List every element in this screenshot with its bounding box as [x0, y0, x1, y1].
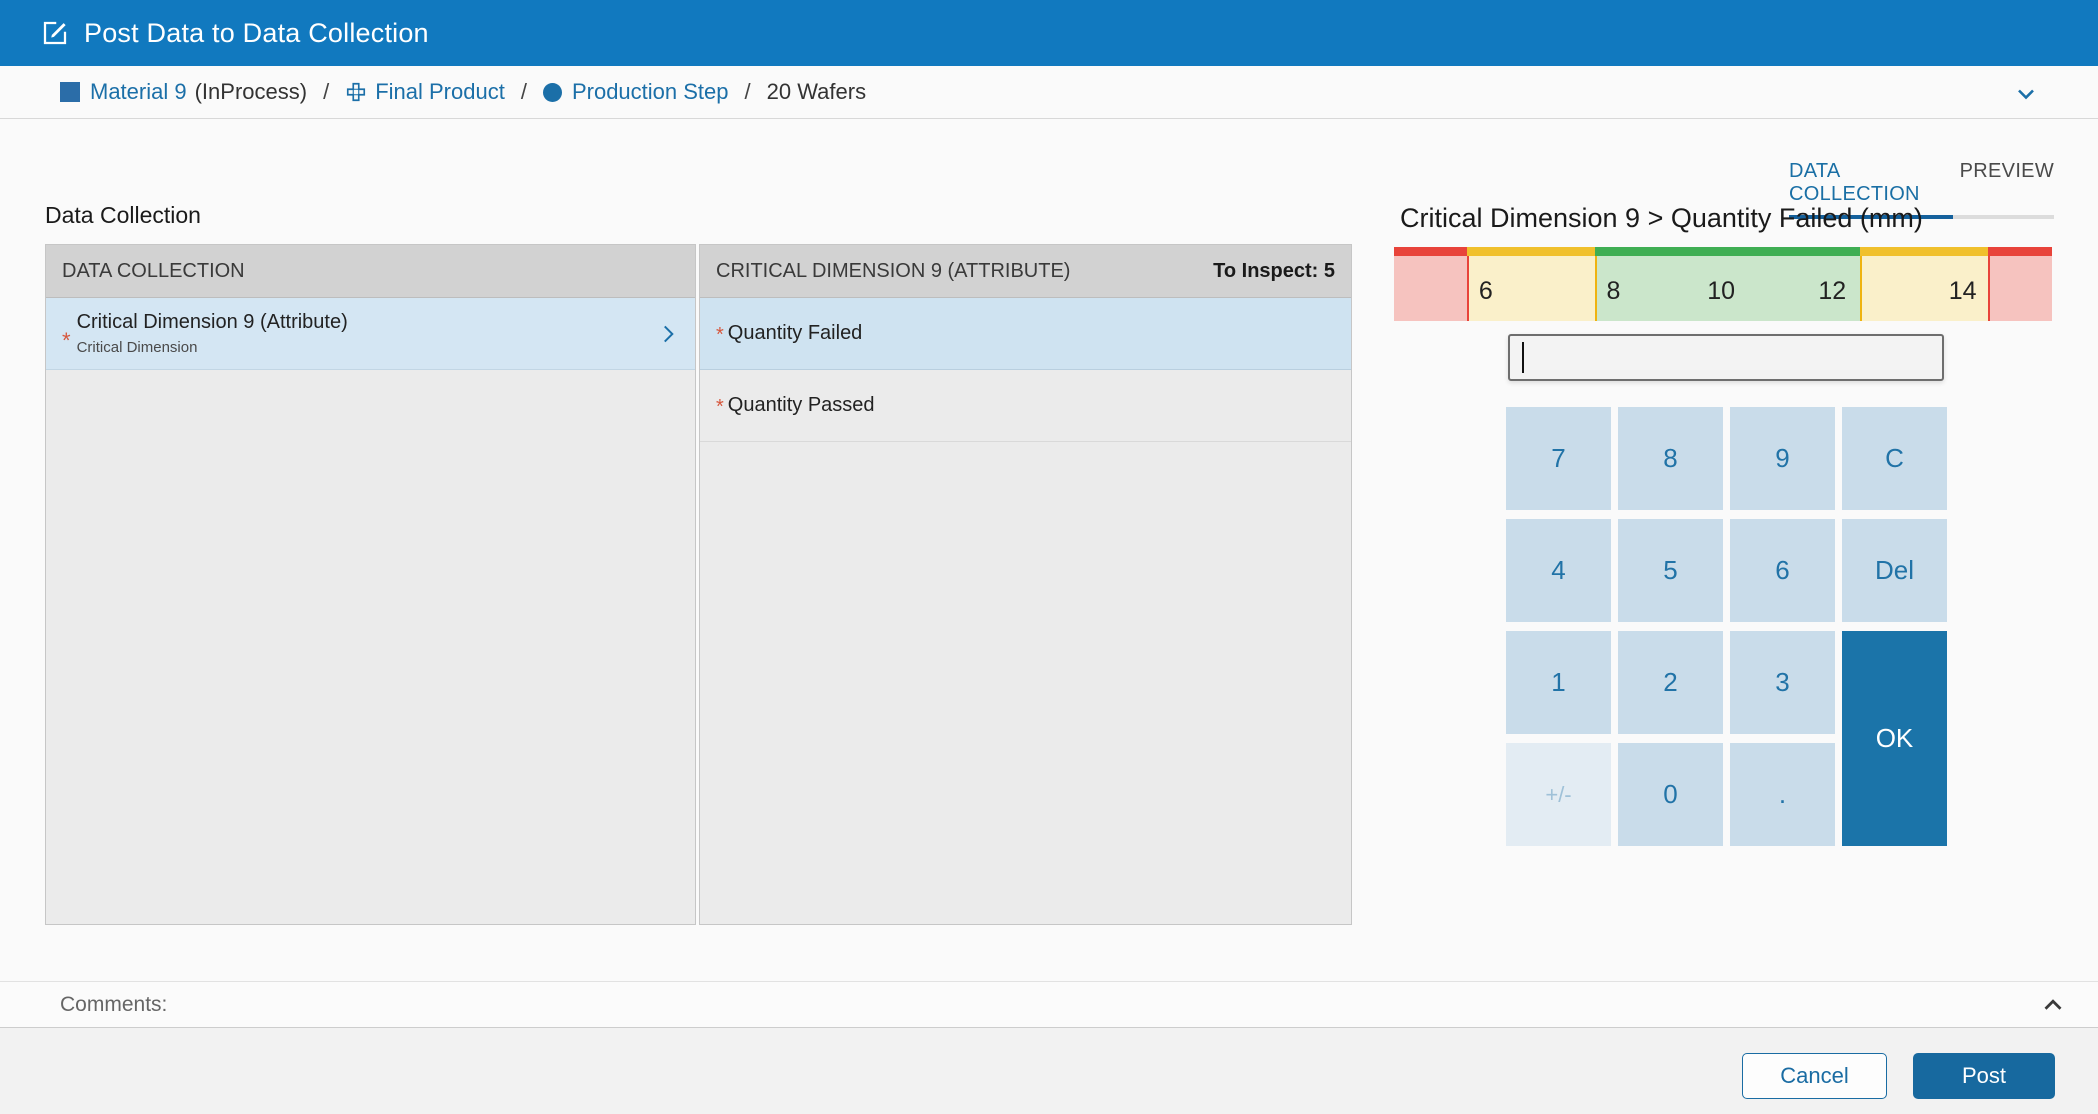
field-label: Quantity Failed	[728, 322, 863, 345]
scale-segment-reject-high	[1988, 247, 2052, 321]
tab-preview[interactable]: PREVIEW	[1960, 160, 2054, 206]
data-collection-table: DATA COLLECTION * Critical Dimension 9 (…	[45, 244, 1352, 925]
breadcrumb-separator: /	[323, 79, 329, 105]
fields-column-header: CRITICAL DIMENSION 9 (ATTRIBUTE) To Insp…	[700, 245, 1351, 298]
dialog-footer: Cancel Post	[0, 1028, 2098, 1114]
cancel-button[interactable]: Cancel	[1742, 1053, 1887, 1099]
scale-limit-line	[1467, 256, 1469, 321]
data-collection-pane: DATA COLLECTION * Critical Dimension 9 (…	[45, 244, 696, 925]
comments-label: Comments:	[60, 993, 167, 1017]
breadcrumb-production-step[interactable]: Production Step	[572, 79, 729, 105]
material-square-icon	[60, 82, 80, 102]
keypad-8-button[interactable]: 8	[1618, 407, 1723, 510]
breadcrumb-separator: /	[521, 79, 527, 105]
scale-limit-line	[1595, 256, 1597, 321]
breadcrumb-material[interactable]: Material 9	[90, 79, 187, 105]
breadcrumb: Material 9 (InProcess) / Final Product /…	[0, 66, 2098, 119]
dialog-titlebar: Post Data to Data Collection	[0, 0, 2098, 66]
keypad-ok-button[interactable]: OK	[1842, 631, 1947, 846]
text-caret	[1522, 342, 1524, 373]
scale-limit-line	[1860, 256, 1862, 321]
data-collection-column-header: DATA COLLECTION	[46, 245, 695, 298]
breadcrumb-separator: /	[745, 79, 751, 105]
chevron-down-icon[interactable]	[2012, 80, 2040, 108]
required-asterisk: *	[716, 324, 724, 347]
chevron-right-icon	[655, 321, 681, 347]
keypad-sign-button[interactable]: +/-	[1506, 743, 1611, 846]
scale-segment-reject-low	[1394, 247, 1467, 321]
keypad-clear-button[interactable]: C	[1842, 407, 1947, 510]
scale-tick-label: 10	[1707, 277, 1735, 306]
data-collection-row[interactable]: * Critical Dimension 9 (Attribute) Criti…	[46, 298, 695, 370]
required-asterisk: *	[62, 328, 71, 354]
data-collection-heading: Data Collection	[45, 202, 201, 229]
keypad-9-button[interactable]: 9	[1730, 407, 1835, 510]
column-header-label: DATA COLLECTION	[62, 260, 245, 283]
keypad-3-button[interactable]: 3	[1730, 631, 1835, 734]
post-button[interactable]: Post	[1913, 1053, 2055, 1099]
breadcrumb-wafers: 20 Wafers	[767, 79, 866, 105]
fields-pane: CRITICAL DIMENSION 9 (ATTRIBUTE) To Insp…	[699, 244, 1352, 925]
field-label: Quantity Passed	[728, 394, 875, 417]
required-asterisk: *	[716, 396, 724, 419]
dialog-title: Post Data to Data Collection	[84, 18, 429, 49]
value-input[interactable]	[1508, 334, 1944, 381]
dc-row-subtitle: Critical Dimension	[77, 339, 348, 356]
comments-bar[interactable]: Comments:	[0, 981, 2098, 1028]
scale-tick-label: 6	[1479, 277, 1493, 306]
keypad-6-button[interactable]: 6	[1730, 519, 1835, 622]
scale-tick-label: 14	[1949, 277, 1977, 306]
spec-limit-scale: 6 8 10 12 14	[1394, 247, 2052, 321]
to-inspect-count: To Inspect: 5	[1213, 260, 1335, 283]
product-icon	[345, 81, 367, 103]
field-entry-title: Critical Dimension 9 > Quantity Failed (…	[1400, 203, 1923, 234]
field-row-quantity-failed[interactable]: * Quantity Failed	[700, 298, 1351, 370]
keypad-4-button[interactable]: 4	[1506, 519, 1611, 622]
breadcrumb-final-product[interactable]: Final Product	[375, 79, 505, 105]
keypad-0-button[interactable]: 0	[1618, 743, 1723, 846]
edit-icon	[40, 18, 70, 48]
column-header-label: CRITICAL DIMENSION 9 (ATTRIBUTE)	[716, 260, 1070, 283]
scale-limit-line	[1988, 256, 1990, 321]
keypad-2-button[interactable]: 2	[1618, 631, 1723, 734]
keypad-7-button[interactable]: 7	[1506, 407, 1611, 510]
keypad-5-button[interactable]: 5	[1618, 519, 1723, 622]
field-row-quantity-passed[interactable]: * Quantity Passed	[700, 370, 1351, 442]
keypad-decimal-button[interactable]: .	[1730, 743, 1835, 846]
step-circle-icon	[543, 83, 562, 102]
numeric-keypad: 7 8 9 C 4 5 6 Del 1 2 3 OK +/- 0 .	[1506, 407, 1947, 846]
breadcrumb-material-state: (InProcess)	[195, 79, 307, 105]
keypad-1-button[interactable]: 1	[1506, 631, 1611, 734]
tab-data-collection[interactable]: DATA COLLECTION	[1789, 160, 1942, 206]
keypad-delete-button[interactable]: Del	[1842, 519, 1947, 622]
chevron-up-icon[interactable]	[2038, 990, 2068, 1020]
post-data-dialog: Post Data to Data Collection Material 9 …	[0, 0, 2098, 1114]
scale-tick-label: 12	[1818, 277, 1846, 306]
dc-row-title: Critical Dimension 9 (Attribute)	[77, 311, 348, 334]
scale-tick-label: 8	[1607, 277, 1621, 306]
